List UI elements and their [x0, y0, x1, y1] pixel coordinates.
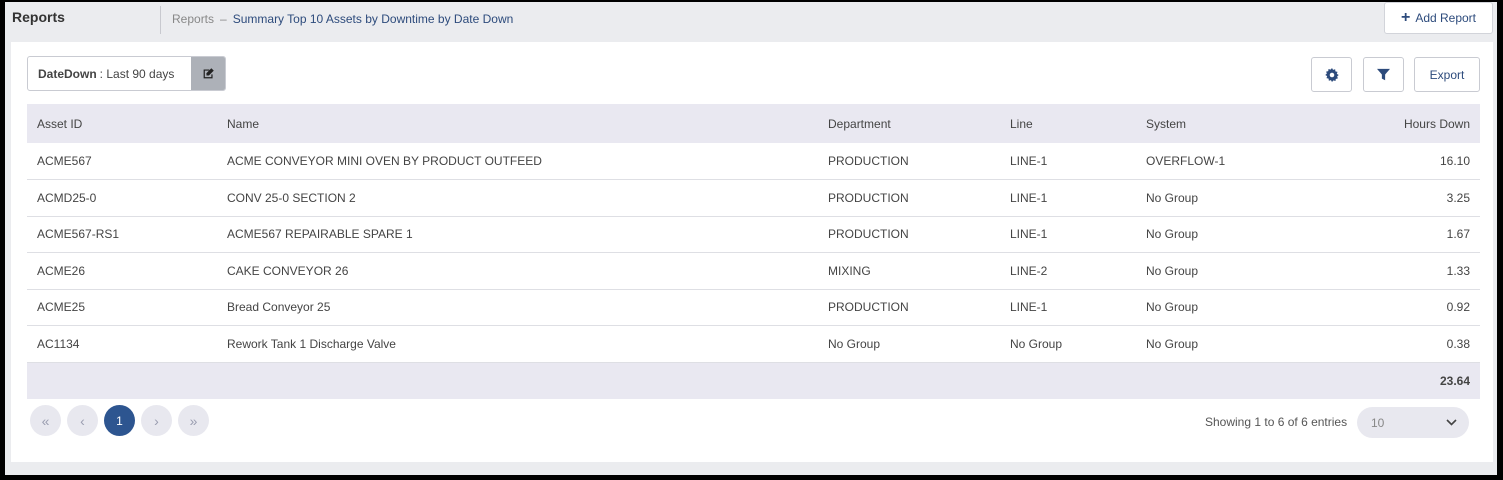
cell-asset-id: AC1134: [27, 325, 217, 363]
funnel-icon: [1377, 68, 1390, 81]
entries-info: Showing 1 to 6 of 6 entries: [1205, 415, 1348, 429]
cell-name: ACME CONVEYOR MINI OVEN BY PRODUCT OUTFE…: [217, 143, 818, 180]
cell-department: PRODUCTION: [818, 216, 1000, 253]
cell-name: CAKE CONVEYOR 26: [217, 252, 818, 290]
column-name[interactable]: Name: [217, 104, 818, 143]
column-hours-down[interactable]: Hours Down: [1316, 104, 1480, 143]
table-row: ACME567 ACME CONVEYOR MINI OVEN BY PRODU…: [27, 143, 1480, 180]
add-report-label: Add Report: [1415, 11, 1477, 25]
edit-icon: [203, 68, 214, 79]
page-size-select[interactable]: 10: [1357, 407, 1469, 438]
cell-system: No Group: [1136, 325, 1316, 363]
cell-hours-down: 1.33: [1316, 252, 1480, 290]
table-row: ACME567-RS1 ACME567 REPAIRABLE SPARE 1 P…: [27, 216, 1480, 253]
last-page-button[interactable]: »: [178, 405, 209, 436]
page-title: Reports: [12, 9, 65, 25]
settings-button[interactable]: [1311, 57, 1352, 92]
report-table: Asset ID Name Department Line System Hou…: [27, 104, 1480, 399]
cell-asset-id: ACMD25-0: [27, 179, 217, 217]
filter-button[interactable]: [1363, 57, 1404, 92]
cell-system: OVERFLOW-1: [1136, 143, 1316, 180]
table-row: ACME25 Bread Conveyor 25 PRODUCTION LINE…: [27, 289, 1480, 326]
cell-name: CONV 25-0 SECTION 2: [217, 179, 818, 217]
filter-field: DateDown: [38, 66, 97, 81]
table-row: ACME26 CAKE CONVEYOR 26 MIXING LINE-2 No…: [27, 252, 1480, 290]
chevron-right-icon: ›: [154, 412, 159, 429]
chevron-down-icon: [1446, 419, 1457, 426]
cell-line: LINE-1: [1000, 143, 1136, 180]
chevron-left-icon: ‹: [80, 412, 85, 429]
cell-department: MIXING: [818, 252, 1000, 290]
cell-department: PRODUCTION: [818, 289, 1000, 326]
cell-hours-down: 16.10: [1316, 143, 1480, 180]
cell-asset-id: ACME567-RS1: [27, 216, 217, 253]
double-chevron-left-icon: «: [41, 412, 50, 429]
cell-asset-id: ACME567: [27, 143, 217, 180]
table-row: ACMD25-0 CONV 25-0 SECTION 2 PRODUCTION …: [27, 179, 1480, 217]
top-bar: Reports Reports – Summary Top 10 Assets by…: [5, 2, 1497, 40]
cell-asset-id: ACME25: [27, 289, 217, 326]
divider: [160, 6, 161, 34]
page-size-value: 10: [1371, 415, 1385, 430]
cell-line: LINE-2: [1000, 252, 1136, 290]
column-line[interactable]: Line: [1000, 104, 1136, 143]
table-row: AC1134 Rework Tank 1 Discharge Valve No …: [27, 325, 1480, 363]
cell-name: Bread Conveyor 25: [217, 289, 818, 326]
page-button-current[interactable]: 1: [104, 405, 135, 436]
cell-name: ACME567 REPAIRABLE SPARE 1: [217, 216, 818, 253]
prev-page-button[interactable]: ‹: [67, 405, 98, 436]
app-frame: Reports Reports – Summary Top 10 Assets by…: [5, 2, 1497, 475]
breadcrumb-current: Summary Top 10 Assets by Downtime by Dat…: [232, 12, 514, 26]
cell-department: PRODUCTION: [818, 143, 1000, 180]
table-total-row: 23.64: [27, 362, 1480, 399]
cell-asset-id: ACME26: [27, 252, 217, 290]
next-page-button[interactable]: ›: [141, 405, 172, 436]
breadcrumb-separator: –: [220, 12, 227, 26]
cell-name: Rework Tank 1 Discharge Valve: [217, 325, 818, 363]
plus-icon: +: [1400, 9, 1411, 26]
export-button[interactable]: Export: [1414, 57, 1480, 92]
cell-system: No Group: [1136, 216, 1316, 253]
cell-system: No Group: [1136, 179, 1316, 217]
column-asset-id[interactable]: Asset ID: [27, 104, 217, 143]
cell-hours-down: 3.25: [1316, 179, 1480, 217]
date-filter[interactable]: DateDown: Last 90 days: [27, 56, 226, 91]
cell-department: No Group: [818, 325, 1000, 363]
column-department[interactable]: Department: [818, 104, 1000, 143]
gear-icon: [1324, 67, 1339, 82]
cell-line: LINE-1: [1000, 216, 1136, 253]
column-system[interactable]: System: [1136, 104, 1316, 143]
cell-hours-down: 1.67: [1316, 216, 1480, 253]
cell-hours-down: 0.38: [1316, 325, 1480, 363]
cell-system: No Group: [1136, 252, 1316, 290]
cell-system: No Group: [1136, 289, 1316, 326]
breadcrumb-root[interactable]: Reports: [172, 12, 214, 26]
breadcrumb: Reports – Summary Top 10 Assets by Downtim…: [172, 12, 513, 26]
pagination: « ‹ 1 › »: [30, 405, 209, 436]
cell-line: LINE-1: [1000, 289, 1136, 326]
filter-value: : Last 90 days: [99, 66, 175, 81]
cell-department: PRODUCTION: [818, 179, 1000, 217]
add-report-button[interactable]: + Add Report: [1384, 2, 1493, 34]
date-filter-text: DateDown: Last 90 days: [28, 57, 191, 90]
report-panel: DateDown: Last 90 days Export Asset ID N…: [11, 42, 1493, 462]
cell-hours-down: 0.92: [1316, 289, 1480, 326]
cell-line: LINE-1: [1000, 179, 1136, 217]
cell-line: No Group: [1000, 325, 1136, 363]
first-page-button[interactable]: «: [30, 405, 61, 436]
table-header-row: Asset ID Name Department Line System Hou…: [27, 104, 1480, 143]
double-chevron-right-icon: »: [189, 412, 198, 429]
total-hours-down: 23.64: [1439, 373, 1470, 388]
edit-filter-button[interactable]: [191, 57, 225, 90]
